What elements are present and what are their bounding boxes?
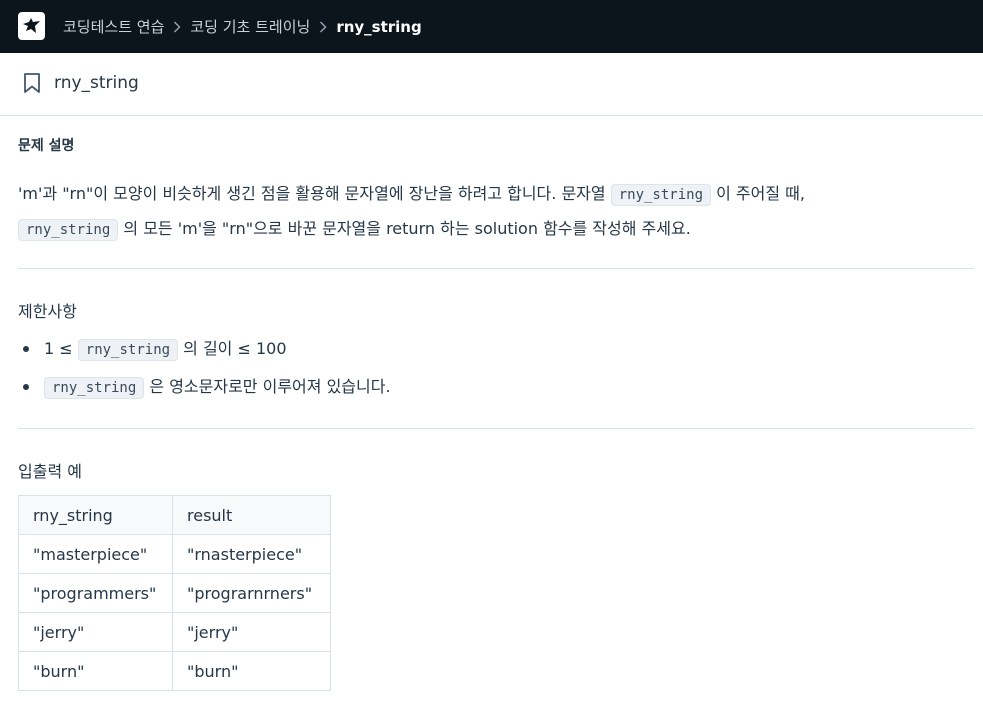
constraints-list: 1 ≤ rny_string 의 길이 ≤ 100 rny_string 은 영… <box>23 332 391 408</box>
bullet-dot <box>23 384 29 390</box>
description-part-1: 'm'과 "rn"이 모양이 비슷하게 생긴 점을 활용해 문자열에 장난을 하… <box>18 184 606 203</box>
chevron-right-icon <box>319 21 327 33</box>
table-cell: "burn" <box>18 651 173 691</box>
breadcrumb-coding-test[interactable]: 코딩테스트 연습 <box>63 16 164 37</box>
inline-code: rny_string <box>610 184 712 206</box>
table-row: "programmers" "prograrnrners" <box>18 573 331 613</box>
table-cell: "rnasterpiece" <box>172 534 331 574</box>
table-cell: "jerry" <box>18 612 173 652</box>
bullet-dot <box>23 346 29 352</box>
inline-code: rny_string <box>44 377 145 399</box>
column-header: result <box>172 495 331 535</box>
description-text: 'm'과 "rn"이 모양이 비슷하게 생긴 점을 활용해 문자열에 장난을 하… <box>18 177 974 247</box>
divider <box>18 268 974 269</box>
column-header: rny_string <box>18 495 173 535</box>
examples-table: rny_string result "masterpiece" "rnaster… <box>18 495 331 691</box>
table-header-row: rny_string result <box>18 495 331 535</box>
list-item: 1 ≤ rny_string 의 길이 ≤ 100 <box>23 332 391 370</box>
table-cell: "jerry" <box>172 612 331 652</box>
table-row: "masterpiece" "rnasterpiece" <box>18 534 331 574</box>
table-row: "burn" "burn" <box>18 651 331 691</box>
description-heading: 문제 설명 <box>18 138 75 154</box>
top-nav-bar: 코딩테스트 연습 코딩 기초 트레이닝 rny_string <box>0 0 983 53</box>
chevron-right-icon <box>173 21 181 33</box>
constraints-heading: 제한사항 <box>18 302 77 321</box>
constraint-1-suffix: 의 길이 ≤ 100 <box>183 339 287 358</box>
divider <box>18 428 974 429</box>
table-row: "jerry" "jerry" <box>18 612 331 652</box>
table-cell: "masterpiece" <box>18 534 173 574</box>
constraint-2-suffix: 은 영소문자로만 이루어져 있습니다. <box>149 377 391 396</box>
problem-title: rny_string <box>54 73 139 93</box>
list-item: rny_string 은 영소문자로만 이루어져 있습니다. <box>23 370 391 408</box>
examples-heading: 입출력 예 <box>18 462 82 481</box>
breadcrumb: 코딩테스트 연습 코딩 기초 트레이닝 rny_string <box>63 0 422 53</box>
breadcrumb-basic-training[interactable]: 코딩 기초 트레이닝 <box>190 16 310 37</box>
inline-code: rny_string <box>77 339 179 361</box>
inline-code: rny_string <box>18 219 119 241</box>
problem-title-bar: rny_string <box>0 53 983 116</box>
bird-logo-icon[interactable] <box>18 12 45 40</box>
description-part-2: 이 주어질 때, <box>716 184 805 203</box>
table-cell: "burn" <box>172 651 331 691</box>
table-cell: "prograrnrners" <box>172 573 331 613</box>
description-part-3: 의 모든 'm'을 "rn"으로 바꾼 문자열을 return 하는 solut… <box>123 219 691 238</box>
breadcrumb-current: rny_string <box>336 17 422 36</box>
bookmark-icon[interactable] <box>23 72 41 98</box>
table-cell: "programmers" <box>18 573 173 613</box>
constraint-1-prefix: 1 ≤ <box>44 339 73 358</box>
